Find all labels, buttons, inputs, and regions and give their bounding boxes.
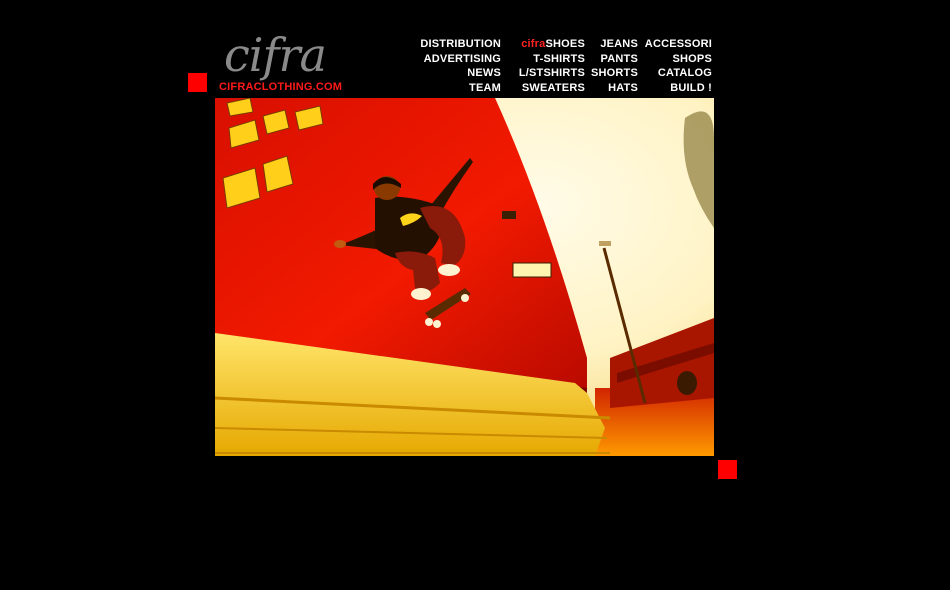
nav-jeans[interactable]: JEANS bbox=[600, 38, 638, 50]
hero-photo-illustration bbox=[215, 98, 714, 456]
nav-team[interactable]: TEAM bbox=[469, 82, 501, 94]
nav-cifra-shoes[interactable]: cifraSHOES bbox=[521, 38, 585, 50]
nav-build[interactable]: BUILD ! bbox=[670, 82, 712, 94]
nav-shops[interactable]: SHOPS bbox=[672, 53, 712, 65]
logo-url-text: CIFRACLOTHING.COM bbox=[219, 81, 343, 93]
nav-row-1: DISTRIBUTION cifraSHOES JEANS ACCESSORI bbox=[400, 38, 712, 53]
nav-row-2: ADVERTISING T-SHIRTS PANTS SHOPS bbox=[400, 53, 712, 68]
red-square-decoration-right bbox=[718, 460, 737, 479]
hero-skate-photo bbox=[215, 98, 714, 456]
nav-pants[interactable]: PANTS bbox=[601, 53, 638, 65]
nav-l-st-shirts[interactable]: L/STSHIRTS bbox=[519, 67, 585, 79]
nav-t-shirts[interactable]: T-SHIRTS bbox=[533, 53, 585, 65]
cifra-logo[interactable]: cifra CIFRACLOTHING.COM bbox=[218, 28, 348, 96]
nav-shoes-text: SHOES bbox=[545, 38, 585, 50]
nav-hats[interactable]: HATS bbox=[608, 82, 638, 94]
nav-shorts[interactable]: SHORTS bbox=[591, 67, 638, 79]
red-square-decoration-left bbox=[188, 73, 207, 92]
nav-distribution[interactable]: DISTRIBUTION bbox=[420, 38, 501, 50]
nav-row-3: NEWS L/STSHIRTS SHORTS CATALOG bbox=[400, 67, 712, 82]
nav-news[interactable]: NEWS bbox=[467, 67, 501, 79]
nav-catalog[interactable]: CATALOG bbox=[658, 67, 712, 79]
nav-row-4: TEAM SWEATERS HATS BUILD ! bbox=[400, 82, 712, 97]
nav-advertising[interactable]: ADVERTISING bbox=[424, 53, 501, 65]
main-navigation: DISTRIBUTION cifraSHOES JEANS ACCESSORI … bbox=[400, 38, 712, 96]
nav-sweaters[interactable]: SWEATERS bbox=[522, 82, 585, 94]
nav-brand-text: cifra bbox=[521, 38, 546, 50]
logo-wordmark: cifra bbox=[224, 28, 327, 82]
nav-accessori[interactable]: ACCESSORI bbox=[645, 38, 712, 50]
